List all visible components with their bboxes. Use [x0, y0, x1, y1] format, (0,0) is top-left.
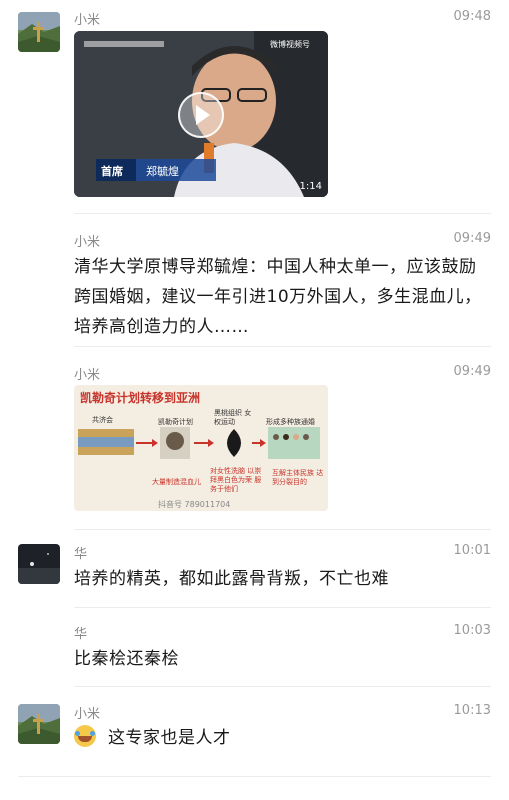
avatar[interactable] — [18, 704, 60, 744]
divider — [18, 776, 491, 777]
divider — [74, 529, 491, 530]
play-icon[interactable] — [178, 92, 224, 138]
caption-text: 郑毓煌 — [146, 165, 179, 178]
divider — [74, 607, 491, 608]
message-time: 09:49 — [453, 231, 491, 246]
divider — [74, 213, 491, 214]
video-thumbnail[interactable]: 首席 郑毓煌 微博视频号 1:14 — [74, 31, 328, 197]
image-note-2: 对女性洗脑 以崇拜黑白色为荣 服务于他们 — [210, 467, 262, 493]
image-thumbnail[interactable]: 凯勒奇计划转移到亚洲 共济会 凯勒奇计划 黑桃组织 女权运动 形成多种族通婚 大… — [74, 385, 328, 511]
sender-name: 小米 — [74, 13, 101, 28]
message-time: 09:48 — [453, 9, 491, 24]
message-text: 这专家也是人才 — [108, 728, 231, 748]
image-footer: 抖音号 789011704 — [158, 500, 231, 509]
sender-name: 小米 — [74, 368, 101, 383]
image-note-1: 大量制造混血儿 — [152, 478, 201, 486]
message-time: 10:13 — [453, 703, 491, 718]
message-text: 清华大学原博导郑毓煌：中国人种太单一，应该鼓励跨国婚姻，建议一年引进10万外国人… — [74, 257, 482, 337]
badge-text: 首席 — [101, 165, 123, 178]
divider — [74, 346, 491, 347]
message-text: 比秦桧还秦桧 — [74, 649, 179, 669]
avatar[interactable] — [18, 12, 60, 52]
sender-name: 小米 — [74, 707, 101, 722]
message-time: 10:01 — [453, 543, 491, 558]
watermark-text: 微博视频号 — [270, 40, 310, 49]
message-text-row: 这专家也是人才 — [74, 723, 487, 753]
divider — [74, 686, 491, 687]
laughing-crying-emoji-icon — [74, 725, 96, 747]
message-time: 09:49 — [453, 364, 491, 379]
video-duration: 1:14 — [299, 181, 322, 192]
sender-name: 小米 — [74, 235, 101, 250]
avatar[interactable] — [18, 544, 60, 584]
message-text: 培养的精英，都如此露骨背叛，不亡也难 — [74, 569, 389, 589]
image-note-3: 互解主体民族 达到分裂目的 — [272, 469, 324, 486]
sender-name: 华 — [74, 627, 88, 642]
message-time: 10:03 — [453, 623, 491, 638]
sender-name: 华 — [74, 547, 88, 562]
